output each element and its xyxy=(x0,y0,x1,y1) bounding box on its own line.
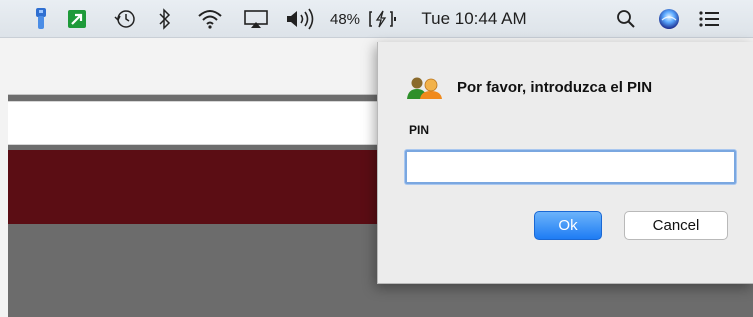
background-left-edge xyxy=(0,38,8,317)
time-machine-icon[interactable] xyxy=(112,0,138,38)
usb-key-icon[interactable] xyxy=(30,0,52,38)
pin-input[interactable] xyxy=(405,150,736,184)
users-icon xyxy=(405,75,449,99)
dialog-title: Por favor, introduzca el PIN xyxy=(457,79,653,96)
airplay-icon[interactable] xyxy=(240,0,272,38)
notification-center-icon[interactable] xyxy=(695,0,723,38)
menu-bar: 48% Tue 10:44 AM xyxy=(0,0,753,38)
green-arrow-icon[interactable] xyxy=(64,0,90,38)
ok-button[interactable]: Ok xyxy=(534,211,602,240)
menu-bar-clock[interactable]: Tue 10:44 AM xyxy=(412,0,536,38)
pin-dialog: Por favor, introduzca el PIN PIN Ok Canc… xyxy=(377,42,753,284)
spotlight-search-icon[interactable] xyxy=(614,0,638,38)
volume-icon[interactable] xyxy=(283,0,319,38)
bluetooth-icon[interactable] xyxy=(154,0,176,38)
siri-icon[interactable] xyxy=(656,0,682,38)
battery-charging-icon[interactable] xyxy=(366,0,400,38)
battery-percent[interactable]: 48% xyxy=(323,0,367,38)
pin-label: PIN xyxy=(409,123,430,137)
wifi-icon[interactable] xyxy=(194,0,226,38)
cancel-button[interactable]: Cancel xyxy=(624,211,728,240)
